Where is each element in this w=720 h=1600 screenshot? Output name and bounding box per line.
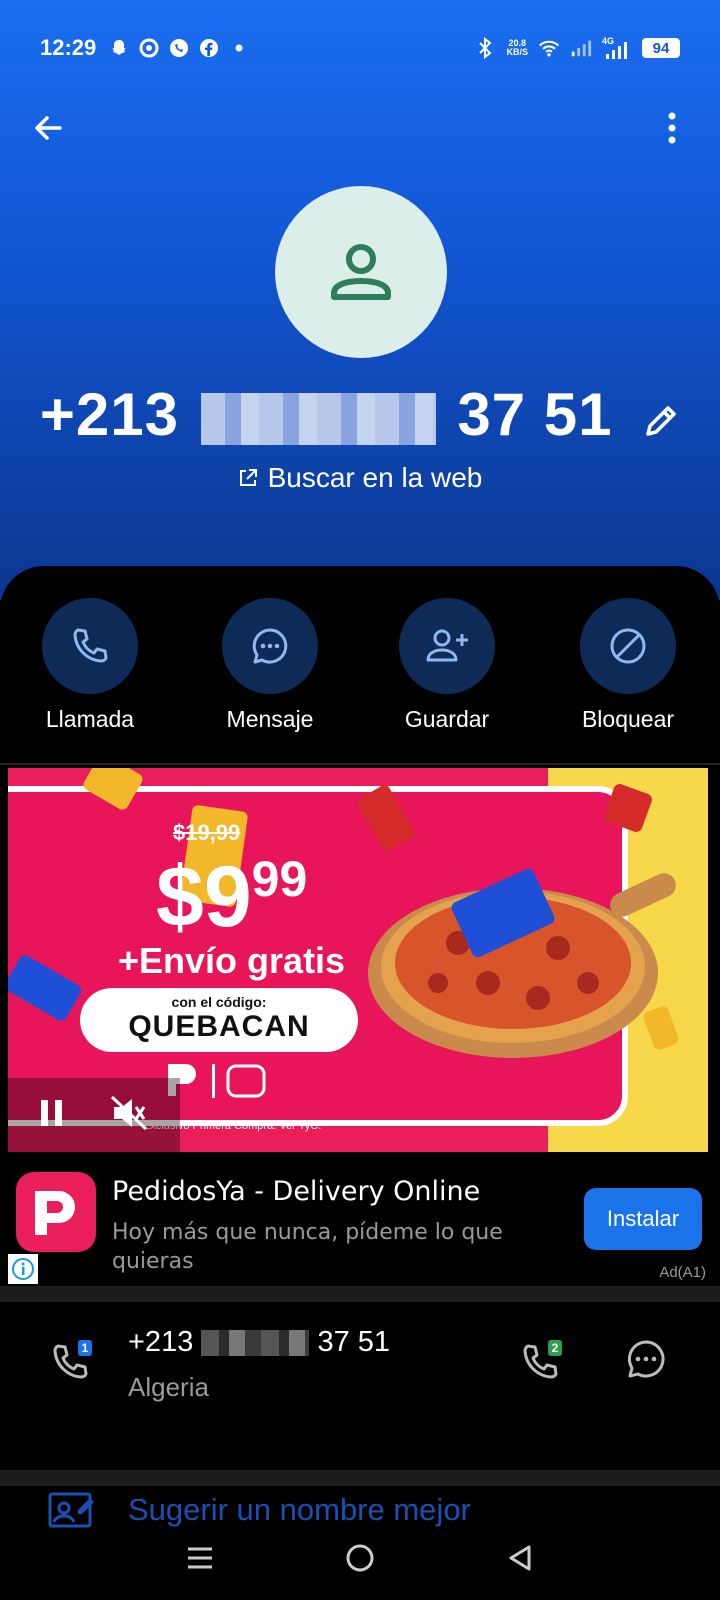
menu-icon — [187, 1547, 212, 1568]
ad-description: Hoy más que nunca, pídeme lo que quieras — [112, 1220, 503, 1274]
status-time: 12:29 — [40, 35, 97, 60]
block-circle — [580, 598, 676, 694]
block-action[interactable]: Bloquear — [543, 598, 713, 733]
battery-indicator: 94 — [642, 38, 680, 58]
actions-row: Llamada Mensaje Guardar Bloquear — [0, 598, 720, 738]
message-circle — [222, 598, 318, 694]
person-icon — [331, 244, 391, 300]
more-vert-icon — [668, 112, 676, 144]
ad-shipping: +Envío gratis — [118, 940, 346, 981]
ad-price-main: $9 — [156, 849, 252, 945]
signal-sim1-icon — [570, 37, 592, 59]
ad-price-cents: 99 — [251, 851, 308, 907]
ad-info-panel[interactable]: PedidosYa - Delivery Online Hoy más que … — [8, 1152, 708, 1286]
pedidosya-watermark — [168, 1060, 268, 1105]
svg-text:4G: 4G — [602, 36, 614, 46]
search-web-link[interactable]: Buscar en la web — [0, 462, 720, 494]
divider — [0, 763, 720, 765]
ad-old-price: $19,99 — [173, 820, 241, 845]
call-label: Llamada — [45, 706, 135, 732]
phone-number-row[interactable]: 1 +213 37 51 Algeria 2 — [0, 1302, 720, 1470]
back-nav-button[interactable] — [505, 1543, 535, 1578]
notification-dot-icon — [228, 37, 250, 59]
ad-video-banner[interactable]: $19,99 $999 +Envío gratis con el código:… — [8, 768, 708, 1152]
triangle-back-icon — [509, 1545, 531, 1570]
call-sim2-button[interactable]: 2 — [520, 1340, 564, 1389]
sim1-badge: 1 — [78, 1340, 92, 1356]
block-icon — [610, 628, 646, 664]
save-label: Guardar — [404, 706, 490, 732]
save-circle — [399, 598, 495, 694]
block-label: Bloquear — [581, 706, 675, 732]
mute-button[interactable] — [110, 1095, 148, 1136]
phone-suffix: 37 51 — [457, 381, 613, 448]
edit-button[interactable] — [642, 385, 680, 454]
ad-label: Ad(A1) — [659, 1264, 706, 1281]
message-action[interactable]: Mensaje — [185, 598, 355, 733]
chat-bubble-icon — [252, 628, 288, 664]
pause-icon — [41, 1099, 62, 1126]
pencil-icon — [646, 405, 676, 436]
open-external-icon — [239, 469, 257, 486]
back-button[interactable] — [24, 104, 72, 152]
contact-avatar — [275, 186, 447, 358]
redacted-digits — [200, 393, 436, 446]
home-circle-icon — [346, 1544, 374, 1571]
contact-phone-number: +213 37 51 — [0, 380, 720, 454]
system-nav-bar — [0, 1520, 720, 1600]
save-action[interactable]: Guardar — [362, 598, 532, 733]
call-sim1-button[interactable]: 1 — [50, 1340, 94, 1389]
section-divider — [0, 1286, 720, 1302]
message-label: Mensaje — [226, 706, 314, 732]
arrow-left-icon — [35, 116, 62, 140]
phone-number-text: +213 37 51 — [128, 1326, 390, 1359]
call-circle — [42, 598, 138, 694]
add-person-icon — [426, 629, 468, 662]
net-speed-unit: KB/S — [506, 47, 528, 57]
pause-button[interactable] — [38, 1098, 66, 1133]
viber-icon — [168, 37, 190, 59]
bluetooth-icon — [474, 37, 496, 59]
redacted-digits — [201, 1330, 310, 1357]
status-left: 12:29 — [40, 35, 250, 61]
phone-prefix: +213 — [39, 381, 179, 448]
snapchat-icon — [108, 37, 130, 59]
recent-apps-button[interactable] — [185, 1543, 215, 1578]
ad-video-controls — [8, 1078, 180, 1152]
facebook-icon — [198, 37, 220, 59]
row-phone-suffix: 37 51 — [317, 1326, 391, 1358]
call-action[interactable]: Llamada — [5, 598, 175, 733]
more-options-button[interactable] — [648, 104, 696, 152]
ad-code: QUEBACAN — [128, 1010, 310, 1043]
signal-4g-icon: 4G — [602, 36, 632, 59]
wifi-icon — [538, 37, 560, 59]
ad-title: PedidosYa - Delivery Online — [112, 1176, 481, 1207]
ad-code-label: con el código: — [171, 994, 267, 1010]
net-speed: 20.8 KB/S — [506, 39, 528, 57]
search-web-label: Buscar en la web — [267, 462, 483, 493]
sync-icon — [138, 37, 160, 59]
volume-off-icon — [110, 1095, 148, 1130]
adchoices-button[interactable] — [8, 1254, 38, 1284]
ad-app-logo — [16, 1172, 96, 1252]
section-divider — [0, 1470, 720, 1486]
phone-icon — [73, 628, 108, 663]
phone-country: Algeria — [128, 1372, 209, 1402]
status-right: 20.8 KB/S 4G 94 — [474, 36, 680, 59]
pizza-image — [368, 868, 676, 1058]
row-phone-prefix: +213 — [128, 1326, 194, 1358]
ad-price: $999 — [156, 848, 307, 947]
install-button[interactable]: Instalar — [584, 1188, 702, 1250]
sms-button[interactable] — [624, 1338, 668, 1387]
home-button[interactable] — [344, 1542, 376, 1579]
sim2-badge: 2 — [548, 1340, 562, 1356]
status-bar: 12:29 20.8 KB/S 4G 94 — [0, 28, 720, 68]
chat-bubble-icon — [627, 1340, 665, 1378]
info-icon — [12, 1258, 34, 1280]
ad-code-pill: con el código: QUEBACAN — [80, 988, 358, 1052]
pedidosya-logo-icon — [35, 1191, 75, 1235]
